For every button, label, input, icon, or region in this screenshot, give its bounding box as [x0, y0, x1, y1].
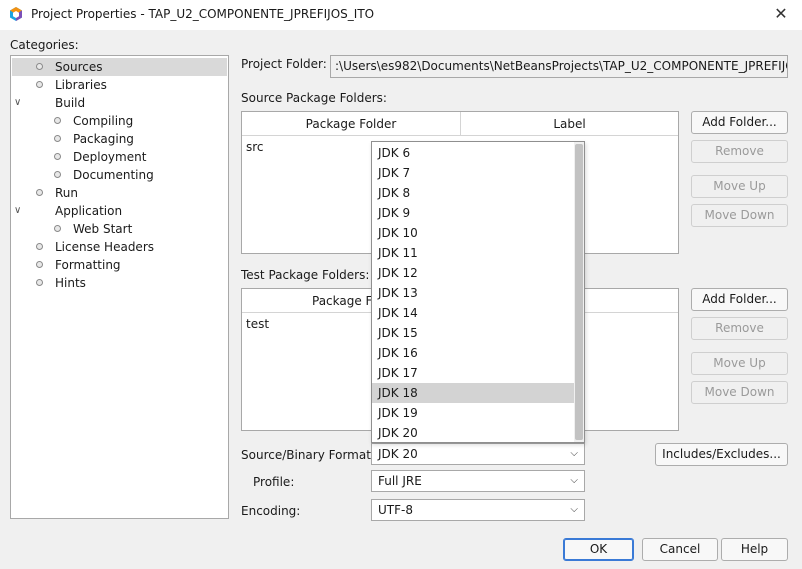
dropdown-option[interactable]: JDK 9 [372, 203, 575, 223]
selected-value: UTF-8 [378, 503, 413, 517]
bullet-icon [36, 279, 43, 286]
tree-item-label: Sources [55, 60, 103, 74]
dropdown-option[interactable]: JDK 6 [372, 143, 575, 163]
tree-item-label: Web Start [73, 222, 133, 236]
tree-item-label: Documenting [73, 168, 154, 182]
column-header-package-folder[interactable]: Package Folder [242, 112, 460, 136]
tree-item-application[interactable]: ∨ Application [12, 202, 227, 220]
category-tree[interactable]: Sources Libraries ∨ Build Compiling Packaging… [10, 55, 229, 519]
project-folder-field[interactable]: :\Users\es982\Documents\NetBeansProjects… [330, 55, 788, 78]
tree-item-documenting[interactable]: Documenting [12, 166, 227, 184]
test-remove-button[interactable]: Remove [691, 317, 788, 340]
tree-item-compiling[interactable]: Compiling [12, 112, 227, 130]
dropdown-option[interactable]: JDK 11 [372, 243, 575, 263]
test-move-down-button[interactable]: Move Down [691, 381, 788, 404]
project-properties-dialog: Project Properties - TAP_U2_COMPONENTE_J… [0, 0, 802, 569]
tree-item-deployment[interactable]: Deployment [12, 148, 227, 166]
chevron-down-icon: ⌵ [570, 504, 578, 515]
move-down-button[interactable]: Move Down [691, 204, 788, 227]
bullet-icon [54, 153, 61, 160]
tree-item-formatting[interactable]: Formatting [12, 256, 227, 274]
categories-label: Categories: [10, 38, 79, 52]
chevron-down-icon[interactable]: ∨ [14, 94, 21, 112]
bullet-icon [54, 171, 61, 178]
tree-item-web-start[interactable]: Web Start [12, 220, 227, 238]
source-binary-format-select[interactable]: JDK 20 ⌵ [371, 443, 585, 465]
selected-value: JDK 20 [378, 447, 418, 461]
dropdown-option[interactable]: JDK 19 [372, 403, 575, 423]
table-row[interactable]: test [246, 317, 269, 331]
test-add-folder-button[interactable]: Add Folder... [691, 288, 788, 311]
chevron-down-icon[interactable]: ∨ [14, 202, 21, 220]
tree-item-label: Libraries [55, 78, 107, 92]
format-dropdown-list[interactable]: JDK 20 JDK 19 JDK 18 JDK 17 JDK 16 JDK 15 JDK … [371, 141, 585, 443]
dropdown-option[interactable]: JDK 17 [372, 363, 575, 383]
column-header-label[interactable]: Label [461, 112, 678, 136]
tree-item-label: License Headers [55, 240, 154, 254]
chevron-down-icon: ⌵ [570, 475, 578, 486]
cancel-button[interactable]: Cancel [642, 538, 718, 561]
add-folder-button[interactable]: Add Folder... [691, 111, 788, 134]
bullet-icon [54, 225, 61, 232]
move-up-button[interactable]: Move Up [691, 175, 788, 198]
tree-item-label: Hints [55, 276, 86, 290]
tree-item-run[interactable]: Run [12, 184, 227, 202]
tree-item-label: Application [55, 204, 123, 218]
window-title: Project Properties - TAP_U2_COMPONENTE_J… [31, 7, 375, 21]
dropdown-option[interactable]: JDK 14 [372, 303, 575, 323]
table-row[interactable]: src [246, 140, 264, 154]
tree-item-libraries[interactable]: Libraries [12, 76, 227, 94]
bullet-icon [54, 117, 61, 124]
tree-item-sources[interactable]: Sources [12, 58, 227, 76]
tree-item-label: Formatting [55, 258, 121, 272]
dropdown-option[interactable]: JDK 13 [372, 283, 575, 303]
source-folders-label: Source Package Folders: [241, 91, 387, 105]
bullet-icon [36, 81, 43, 88]
scrollbar-thumb[interactable] [575, 144, 583, 440]
tree-item-label: Deployment [73, 150, 147, 164]
includes-excludes-button[interactable]: Includes/Excludes... [655, 443, 788, 466]
dropdown-option[interactable]: JDK 16 [372, 343, 575, 363]
ok-button[interactable]: OK [563, 538, 634, 561]
tree-item-hints[interactable]: Hints [12, 274, 227, 292]
encoding-select[interactable]: UTF-8 ⌵ [371, 499, 585, 521]
tree-item-label: Packaging [73, 132, 134, 146]
tree-item-label: Build [55, 96, 86, 110]
tree-item-build[interactable]: ∨ Build [12, 94, 227, 112]
dropdown-option[interactable]: JDK 8 [372, 183, 575, 203]
dropdown-option[interactable]: JDK 7 [372, 163, 575, 183]
profile-label: Profile: [253, 475, 295, 489]
dropdown-option[interactable]: JDK 18 [372, 383, 575, 403]
close-icon[interactable]: ✕ [760, 0, 802, 30]
netbeans-logo-icon [10, 7, 22, 21]
test-move-up-button[interactable]: Move Up [691, 352, 788, 375]
selected-value: Full JRE [378, 474, 422, 488]
encoding-label: Encoding: [241, 504, 301, 518]
profile-select[interactable]: Full JRE ⌵ [371, 470, 585, 492]
remove-button[interactable]: Remove [691, 140, 788, 163]
test-folders-label: Test Package Folders: [241, 268, 370, 282]
help-button[interactable]: Help [721, 538, 788, 561]
dropdown-option[interactable]: JDK 20 [372, 423, 575, 442]
title-bar: Project Properties - TAP_U2_COMPONENTE_J… [0, 0, 802, 30]
dropdown-option[interactable]: JDK 12 [372, 263, 575, 283]
bullet-icon [54, 135, 61, 142]
tree-item-packaging[interactable]: Packaging [12, 130, 227, 148]
bullet-icon [36, 63, 43, 70]
project-folder-label: Project Folder: [241, 57, 327, 71]
dropdown-scrollbar[interactable] [574, 142, 584, 442]
tree-item-label: Run [55, 186, 79, 200]
dropdown-option[interactable]: JDK 15 [372, 323, 575, 343]
bullet-icon [36, 243, 43, 250]
tree-item-label: Compiling [73, 114, 134, 128]
dropdown-option[interactable]: JDK 10 [372, 223, 575, 243]
bullet-icon [36, 189, 43, 196]
chevron-down-icon: ⌵ [570, 448, 578, 459]
bullet-icon [36, 261, 43, 268]
tree-item-license-headers[interactable]: License Headers [12, 238, 227, 256]
source-binary-format-label: Source/Binary Format: [241, 448, 375, 462]
